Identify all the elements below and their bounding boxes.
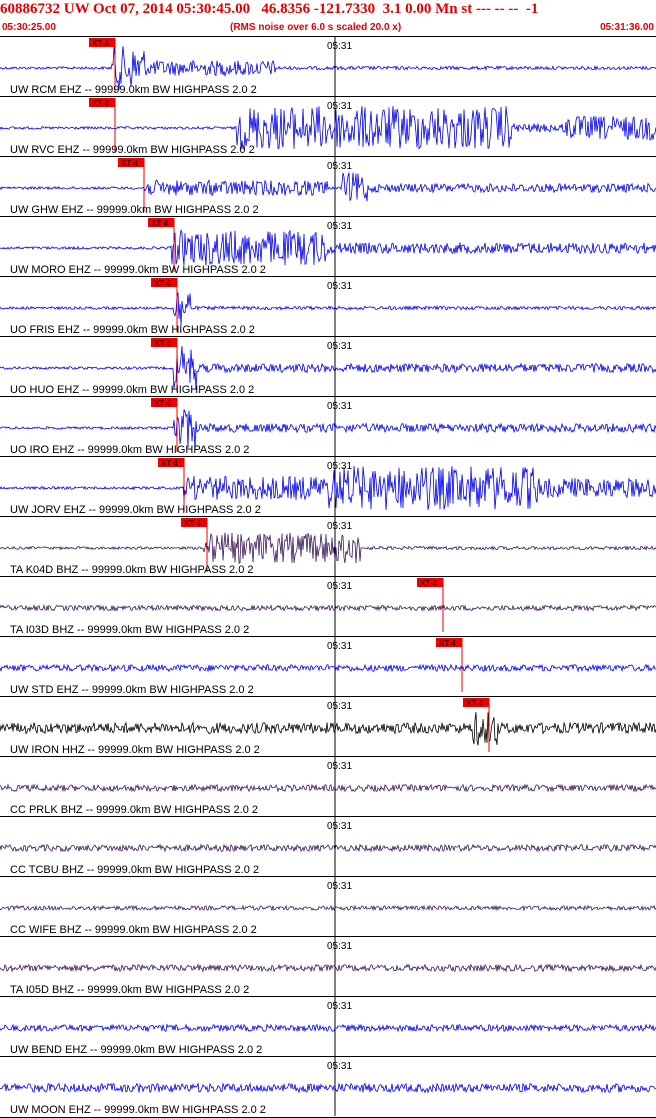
trace-row: 05:31 XT 4 UO IRO EHZ -- 99999.0km BW HIGH… [0,396,656,456]
minute-label: 05:31 [327,521,352,532]
trace-label: TA I03D BHZ -- 99999.0km BW HIGHPASS 2.0… [10,624,249,636]
pick-label: XT 4 [92,39,109,48]
trace-label: UW MORO EHZ -- 99999.0km BW HIGHPASS 2.0… [10,264,266,276]
trace-row: 05:31 XT 4 UW RCM EHZ -- 99999.0km BW HIGH… [0,36,656,96]
trace-label: UO IRO EHZ -- 99999.0km BW HIGHPASS 2.0 … [10,444,249,456]
minute-label: 05:31 [327,281,352,292]
trace-label: CC WIFE BHZ -- 99999.0km BW HIGHPASS 2.0… [10,924,257,936]
trace-row: 05:31 TA I05D BHZ -- 99999.0km BW HIGHPAS… [0,936,656,996]
pick-label: XT 4 [92,99,109,108]
trace-row: 05:31 XT 4 TA I03D BHZ -- 99999.0km BW HIG… [0,576,656,636]
trace-label: UW STD EHZ -- 99999.0km BW HIGHPASS 2.0 … [10,684,254,696]
trace-label: TA I05D BHZ -- 99999.0km BW HIGHPASS 2.0… [10,984,249,996]
trace-row: 05:31 XT 4 UW IRON HHZ -- 99999.0km BW HIG… [0,696,656,756]
trace-row: 05:31 XT 4 UO FRIS EHZ -- 99999.0km BW HIG… [0,276,656,336]
trace-row: 05:31 XT 4 TA K04D BHZ -- 99999.0km BW HIG… [0,516,656,576]
waveform [0,783,656,793]
trace-row: 05:31 UW BEND EHZ -- 99999.0km BW HIGHPAS… [0,996,656,1056]
trace-label: TA K04D BHZ -- 99999.0km BW HIGHPASS 2.0… [10,564,254,576]
pick-label: XT 4 [184,519,201,528]
minute-label: 05:31 [327,101,352,112]
trace-label: UW BEND EHZ -- 99999.0km BW HIGHPASS 2.0… [10,1044,262,1056]
pick-label: XT 4 [121,159,138,168]
minute-label: 05:31 [327,401,352,412]
minute-label: 05:31 [327,1061,352,1072]
trace-label: CC PRLK BHZ -- 99999.0km BW HIGHPASS 2.0… [10,804,258,816]
trace-row: 05:31 UW MOON EHZ -- 99999.0km BW HIGHPAS… [0,1056,656,1116]
minute-label: 05:31 [327,341,352,352]
trace-row: 05:31 CC PRLK BHZ -- 99999.0km BW HIGHPAS… [0,756,656,816]
minute-label: 05:31 [327,41,352,52]
waveform [0,532,656,564]
minute-label: 05:31 [327,821,352,832]
trace-row: 05:31 CC TCBU BHZ -- 99999.0km BW HIGHPAS… [0,816,656,876]
pick-label: XT 4 [420,579,437,588]
trace-row: 05:31 XT 4 UW GHW EHZ -- 99999.0km BW HIGH… [0,156,656,216]
waveform [0,963,656,973]
pick-label: XT 4 [161,459,178,468]
trace-label: UW RCM EHZ -- 99999.0km BW HIGHPASS 2.0 … [10,84,257,96]
waveform [0,843,656,853]
waveform [0,603,656,613]
minute-label: 05:31 [327,701,352,712]
minute-label: 05:31 [327,641,352,652]
minute-label: 05:31 [327,761,352,772]
pick-label: XT 4 [154,339,171,348]
trace-label: UW MOON EHZ -- 99999.0km BW HIGHPASS 2.0… [10,1104,266,1116]
trace-label: CC TCBU BHZ -- 99999.0km BW HIGHPASS 2.0… [10,864,259,876]
minute-label: 05:31 [327,221,352,232]
waveform [0,712,656,746]
trace-label: UW RVC EHZ -- 99999.0km BW HIGHPASS 2.0 … [10,144,255,156]
waveform [0,229,656,266]
pick-label: XT 4 [466,699,483,708]
trace-row: 05:31 CC WIFE BHZ -- 99999.0km BW HIGHPAS… [0,876,656,936]
waveform [0,904,656,912]
minute-label: 05:31 [327,881,352,892]
trace-row: 05:31 XT 4 UW MORO EHZ -- 99999.0km BW HIG… [0,216,656,276]
waveform [0,172,656,202]
trace-row: 05:31 XT 4 UW STD EHZ -- 99999.0km BW HIGH… [0,636,656,696]
trace-label: UO FRIS EHZ -- 99999.0km BW HIGHPASS 2.0… [10,324,255,336]
waveform [0,1082,656,1094]
start-time: 05:30:25.00 [2,22,56,33]
trace-row: 05:31 XT 4 UW RVC EHZ -- 99999.0km BW HIGH… [0,96,656,156]
pick-label: XT 4 [151,219,168,228]
waveform [0,663,656,673]
trace-label: UW GHW EHZ -- 99999.0km BW HIGHPASS 2.0 … [10,204,259,216]
minute-label: 05:31 [327,581,352,592]
trace-row: 05:31 XT 4 UO HUO EHZ -- 99999.0km BW HIGH… [0,336,656,396]
minute-label: 05:31 [327,941,352,952]
trace-label: UW IRON HHZ -- 99999.0km BW HIGHPASS 2.0… [10,744,260,756]
pick-label: XT 4 [154,399,171,408]
minute-label: 05:31 [327,461,352,472]
pick-label: XT 4 [154,279,171,288]
pick-label: XT 4 [439,639,456,648]
scaling-note: (RMS noise over 6.0 s scaled 20.0 x) [230,22,402,33]
seismogram-panel: 05:31 XT 4 UW RCM EHZ -- 99999.0km BW HIGH… [0,36,656,1118]
waveform [0,292,656,326]
minute-label: 05:31 [327,161,352,172]
header: 60886732 UW Oct 07, 2014 05:30:45.00 46.… [0,0,656,36]
event-title: 60886732 UW Oct 07, 2014 05:30:45.00 46.… [0,1,539,17]
waveform [0,1023,656,1033]
trace-label: UW JORV EHZ -- 99999.0km BW HIGHPASS 2.0… [10,504,261,516]
trace-label: UO HUO EHZ -- 99999.0km BW HIGHPASS 2.0 … [10,384,254,396]
minute-label: 05:31 [327,1001,352,1012]
end-time: 05:31:36.00 [600,22,654,33]
trace-row: 05:31 XT 4 UW JORV EHZ -- 99999.0km BW HIG… [0,456,656,516]
